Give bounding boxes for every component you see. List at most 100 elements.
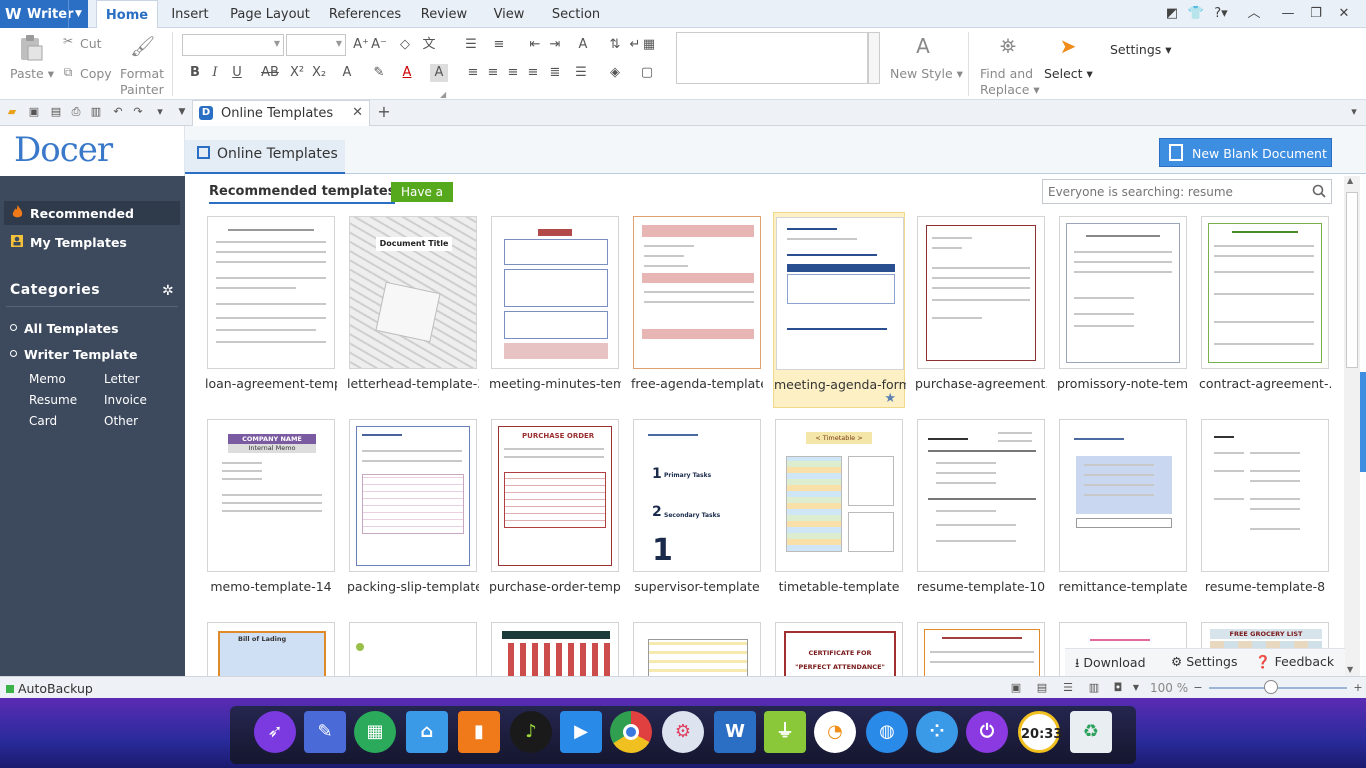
browser-icon[interactable]: ◔ — [814, 711, 856, 753]
template-card[interactable]: remittance-template — [1057, 417, 1189, 613]
tab-review[interactable]: Review — [416, 0, 472, 28]
bold-icon[interactable]: B — [186, 64, 204, 82]
zoom-slider[interactable] — [1209, 687, 1347, 689]
paste-icon[interactable] — [16, 34, 44, 62]
autobackup-status[interactable]: AutoBackup — [6, 681, 93, 696]
template-card[interactable]: purchase-agreement... — [915, 214, 1047, 410]
tab-view[interactable]: View — [484, 0, 534, 28]
category-writer-template[interactable]: Writer Template — [10, 347, 137, 362]
print-preview-icon[interactable]: ▤ — [48, 104, 64, 120]
highlight-icon[interactable]: ✎ — [370, 64, 388, 82]
collapse-ribbon-icon[interactable]: ︿ — [1244, 4, 1264, 24]
subcategory-other[interactable]: Other — [104, 414, 138, 428]
text-effect-icon[interactable]: A — [338, 64, 356, 82]
writer-icon[interactable]: W — [714, 711, 756, 753]
align-center-icon[interactable]: ≡ — [484, 64, 502, 82]
format-painter-label-1[interactable]: Format — [120, 66, 164, 81]
font-dialog-launcher-icon[interactable]: ◢ — [440, 90, 446, 99]
power-icon[interactable]: ⏻ — [966, 711, 1008, 753]
sort-icon[interactable]: ⇅ — [606, 36, 624, 54]
italic-icon[interactable]: I — [206, 64, 224, 82]
shirt-icon[interactable]: 👕 — [1186, 4, 1206, 24]
phonetic-icon[interactable]: 文 — [420, 36, 438, 54]
chevron-down-icon[interactable]: ▼ — [68, 0, 88, 28]
help-icon[interactable]: ?▾ — [1210, 4, 1232, 24]
cut-button[interactable]: Cut — [80, 36, 102, 51]
font-name-combo[interactable]: ▼ — [182, 34, 284, 56]
shrink-font-icon[interactable]: A⁻ — [370, 36, 388, 54]
open-folder-icon[interactable]: ▰ — [4, 104, 20, 120]
android-icon[interactable]: ⏚ — [764, 711, 806, 753]
save-icon[interactable]: ▣ — [26, 104, 42, 120]
template-card[interactable]: CERTIFICATE FOR "PERFECT ATTENDANCE" — [773, 620, 905, 676]
scroll-down-icon[interactable]: ▼ — [1347, 665, 1353, 674]
template-card[interactable] — [915, 620, 1047, 676]
view-options-icon[interactable]: ▼ — [1128, 680, 1144, 696]
format-painter-label-2[interactable]: Painter — [120, 82, 164, 97]
paste-button[interactable]: Paste ▾ — [10, 66, 54, 81]
settings-menu-button[interactable]: Settings ▾ — [1110, 42, 1172, 57]
font-color-icon[interactable]: A — [398, 64, 416, 82]
network-icon[interactable]: ◍ — [866, 711, 908, 753]
subcategory-resume[interactable]: Resume — [29, 393, 77, 407]
sidebar-item-my-templates[interactable]: My Templates — [4, 230, 180, 254]
style-gallery-scroll[interactable] — [868, 32, 880, 84]
find-replace-label-2[interactable]: Replace ▾ — [980, 82, 1040, 97]
template-card[interactable]: loan-agreement-temp. — [205, 214, 337, 410]
template-card[interactable] — [347, 620, 479, 676]
align-left-icon[interactable]: ≡ — [464, 64, 482, 82]
table-grid-icon[interactable]: ▦ — [640, 36, 658, 54]
page-view-icon[interactable]: ▤ — [1034, 680, 1050, 696]
strikethrough-icon[interactable]: AB — [258, 64, 282, 82]
trash-icon[interactable]: ♻ — [1070, 711, 1112, 753]
clock-icon[interactable]: 20:33 — [1018, 711, 1062, 753]
sidebar-item-recommended[interactable]: Recommended — [4, 201, 180, 225]
line-spacing-icon[interactable]: ☰ — [572, 64, 590, 82]
redo-icon[interactable]: ↷ — [130, 104, 146, 120]
close-icon[interactable]: ✕ — [1334, 4, 1354, 24]
template-card[interactable] — [631, 620, 763, 676]
increase-indent-icon[interactable]: ⇥ — [546, 36, 564, 54]
template-card[interactable]: free-agenda-template — [631, 214, 763, 410]
template-card[interactable]: contract-agreement-... — [1199, 214, 1331, 410]
store-bag-icon[interactable]: ▮ — [458, 711, 500, 753]
shading-bucket-icon[interactable]: ◈ — [606, 64, 624, 82]
clear-format-icon[interactable]: ◇ — [396, 36, 414, 54]
new-style-button[interactable]: New Style ▾ — [890, 66, 963, 81]
template-card[interactable]: < Timetable > timetable-template — [773, 417, 905, 613]
template-card[interactable] — [489, 620, 621, 676]
style-gallery[interactable] — [676, 32, 868, 84]
numbering-icon[interactable]: ≡ — [490, 36, 508, 54]
reading-mode-icon[interactable]: ◘ — [1110, 680, 1126, 696]
subcategory-invoice[interactable]: Invoice — [104, 393, 147, 407]
underline-icon[interactable]: U — [228, 64, 246, 82]
customize-toolbar-icon[interactable]: ▾ — [152, 104, 168, 120]
template-card[interactable]: Bill of Lading — [205, 620, 337, 676]
skin-icon[interactable]: ◩ — [1162, 4, 1182, 24]
borders-icon[interactable]: ▢ — [638, 64, 656, 82]
template-card[interactable]: resume-template-10 — [915, 417, 1047, 613]
template-search-input[interactable] — [1048, 183, 1304, 200]
settings-button[interactable]: ⚙ Settings — [1171, 654, 1237, 669]
web-view-icon[interactable]: ▥ — [1086, 680, 1102, 696]
settings-icon[interactable]: ⚙ — [662, 711, 704, 753]
tab-insert[interactable]: Insert — [164, 0, 216, 28]
gear-icon[interactable]: ✲ — [162, 283, 174, 299]
subcategory-letter[interactable]: Letter — [104, 372, 140, 386]
fullscreen-icon[interactable]: ▣ — [1008, 680, 1024, 696]
app-menu-button[interactable]: W Writer ▼ — [0, 0, 88, 28]
restore-icon[interactable]: ❐ — [1306, 4, 1326, 24]
tab-home[interactable]: Home — [96, 0, 158, 29]
justify-icon[interactable]: ≡ — [524, 64, 542, 82]
side-panel-handle[interactable] — [1360, 372, 1366, 472]
template-card[interactable]: resume-template-8 — [1199, 417, 1331, 613]
file-manager-icon[interactable]: ⌂ — [406, 711, 448, 753]
font-size-combo[interactable]: ▼ — [286, 34, 346, 56]
video-icon[interactable]: ▶ — [560, 711, 602, 753]
tab-list-icon[interactable]: ▼ — [174, 104, 190, 120]
text-direction-icon[interactable]: A — [574, 36, 592, 54]
download-button[interactable]: ⭳ Download — [1075, 654, 1146, 675]
superscript-icon[interactable]: X² — [288, 64, 306, 82]
zoom-out-icon[interactable]: − — [1190, 680, 1206, 696]
outline-view-icon[interactable]: ☰ — [1060, 680, 1076, 696]
